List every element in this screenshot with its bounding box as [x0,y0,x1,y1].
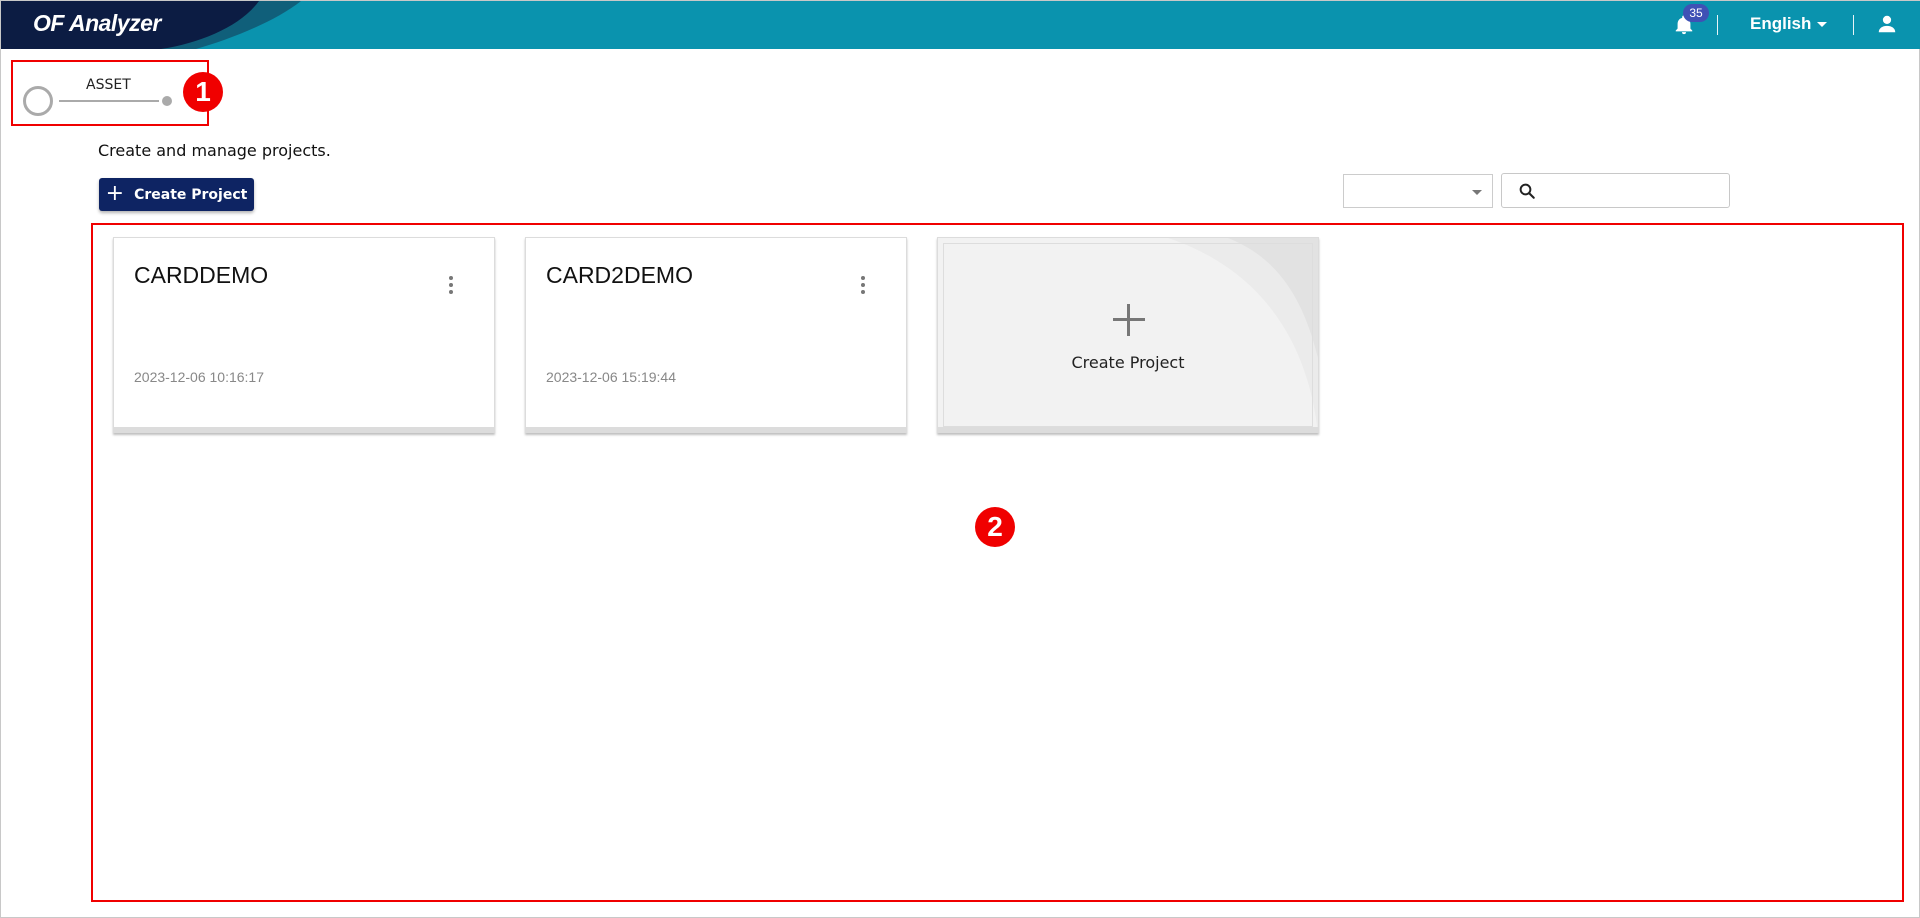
app-logo[interactable]: OF Analyzer [33,10,161,37]
header-divider [1717,15,1718,35]
create-project-button-label: Create Project [134,186,248,203]
create-project-card[interactable]: Create Project [937,237,1319,433]
header-divider [1853,15,1854,35]
step-connector [59,100,159,102]
step-label-asset: ASSET [86,77,131,93]
chevron-down-icon [1817,21,1828,27]
create-project-button[interactable]: + Create Project [99,178,254,211]
user-icon[interactable] [1876,13,1898,35]
project-card[interactable]: CARDDEMO 2023-12-06 10:16:17 [113,237,495,433]
search-input[interactable] [1546,178,1724,204]
step-dot [162,96,172,106]
more-options-icon[interactable] [446,274,456,296]
project-date: 2023-12-06 10:16:17 [134,369,264,385]
create-project-card-label: Create Project [1071,353,1185,372]
annotation-marker-2: 2 [975,507,1015,547]
card-footer-bar [526,427,906,432]
page-description: Create and manage projects. [98,141,331,160]
app-header: OF Analyzer 35 English [1,1,1920,49]
search-box[interactable] [1501,173,1730,208]
annotation-marker-1: 1 [183,72,223,112]
project-name: CARDDEMO [134,262,269,288]
more-options-icon[interactable] [858,274,868,296]
stepper-highlight: ASSET [11,60,209,126]
project-name: CARD2DEMO [546,262,693,288]
card-footer-bar [114,427,494,432]
language-label: English [1750,14,1812,33]
plus-icon: + [105,180,125,206]
project-date: 2023-12-06 15:19:44 [546,369,676,385]
notification-badge: 35 [1683,4,1709,22]
plus-icon [1113,304,1145,336]
search-icon[interactable] [1518,182,1536,200]
step-circle-asset[interactable] [23,86,53,116]
filter-select[interactable] [1343,174,1493,208]
project-card[interactable]: CARD2DEMO 2023-12-06 15:19:44 [525,237,907,433]
language-selector[interactable]: English [1750,14,1828,34]
chevron-down-icon [1472,190,1482,195]
card-footer-bar [938,427,1318,432]
